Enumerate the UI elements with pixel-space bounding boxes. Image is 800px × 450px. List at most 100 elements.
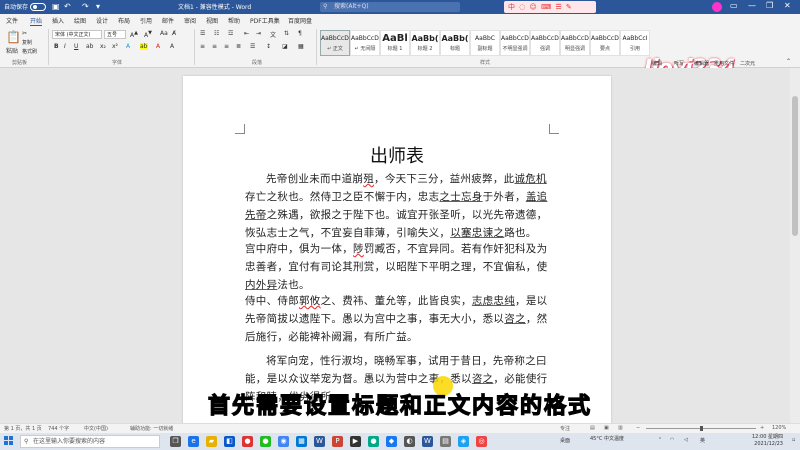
font-name-select[interactable]: 宋体 (中文正文) <box>52 30 102 39</box>
tab-view[interactable]: 视图 <box>206 16 218 25</box>
zoom-in-icon[interactable]: + <box>760 425 764 431</box>
edge-icon[interactable]: e <box>188 436 199 447</box>
focus-mode-button[interactable]: 专注 <box>560 425 570 432</box>
highlight-icon[interactable]: ab <box>140 43 148 50</box>
tab-file[interactable]: 文件 <box>6 16 18 25</box>
app-icon[interactable]: ◆ <box>386 436 397 447</box>
zoom-slider-thumb[interactable] <box>700 426 703 431</box>
weather-widget[interactable]: 45°C 中文温度 <box>590 435 624 442</box>
maximize-icon[interactable]: ❐ <box>766 1 773 10</box>
chrome-icon[interactable]: ◉ <box>278 436 289 447</box>
italic-button[interactable]: I <box>64 43 66 50</box>
close-icon[interactable]: ✕ <box>784 1 791 10</box>
align-right-icon[interactable]: ≡ <box>224 43 229 50</box>
style-heading-1[interactable]: AaBl 标题 1 <box>380 30 410 56</box>
align-left-icon[interactable]: ≡ <box>200 43 205 50</box>
line-spacing-icon[interactable]: ↕ <box>266 43 271 50</box>
show-marks-icon[interactable]: ¶ <box>298 30 302 37</box>
taskbar-search-input[interactable]: ⚲ 在这里输入你要搜索的内容 <box>20 435 160 448</box>
tab-review[interactable]: 审阅 <box>184 16 196 25</box>
align-center-icon[interactable]: ≡ <box>212 43 217 50</box>
redo-icon[interactable]: ↷ <box>82 2 89 12</box>
style-subtitle[interactable]: AaBbC 副标题 <box>470 30 500 56</box>
style-heading-2[interactable]: AaBb( 标题 2 <box>410 30 440 56</box>
style-title[interactable]: AaBb( 标题 <box>440 30 470 56</box>
bold-button[interactable]: B <box>54 43 59 50</box>
save-icon[interactable]: ▣ <box>52 2 60 12</box>
tab-layout[interactable]: 布局 <box>118 16 130 25</box>
tab-references[interactable]: 引用 <box>140 16 152 25</box>
file-explorer-icon[interactable]: ▰ <box>206 436 217 447</box>
read-mode-icon[interactable]: ▤ <box>590 425 595 431</box>
customize-toolbar-icon[interactable]: ▾ <box>96 2 100 12</box>
ime-toolbar[interactable]: 中 ◌ ☺ ⌨ ☰ ✎ <box>504 1 596 13</box>
accessibility-status[interactable]: 辅助功能: 一切就绪 <box>130 425 173 432</box>
tab-pdf-tools[interactable]: PDF工具集 <box>250 16 280 25</box>
tab-draw[interactable]: 绘图 <box>74 16 86 25</box>
app-icon[interactable]: ◐ <box>404 436 415 447</box>
app-icon[interactable]: ▤ <box>440 436 451 447</box>
app-icon[interactable]: ◈ <box>458 436 469 447</box>
store-icon[interactable]: ◧ <box>224 436 235 447</box>
ribbon-display-icon[interactable]: ▭ <box>730 1 738 10</box>
undo-icon[interactable]: ↶ <box>64 2 71 12</box>
app-icon[interactable]: P <box>332 436 343 447</box>
underline-button[interactable]: U <box>74 43 78 50</box>
zoom-out-icon[interactable]: − <box>636 425 640 431</box>
zoom-level[interactable]: 120% <box>772 425 786 431</box>
style-emphasis[interactable]: AaBbCcDd 强调 <box>530 30 560 56</box>
paste-button[interactable]: 粘贴 <box>6 46 18 55</box>
tab-design[interactable]: 设计 <box>96 16 108 25</box>
style-subtle-emphasis[interactable]: AaBbCcDd 不明显强调 <box>500 30 530 56</box>
style-strong[interactable]: AaBbCcDd 要点 <box>590 30 620 56</box>
distributed-icon[interactable]: ☰ <box>250 43 255 50</box>
shrink-font-icon[interactable]: A▼ <box>144 30 152 39</box>
paste-icon[interactable]: 📋 <box>6 30 21 44</box>
numbering-icon[interactable]: ☷ <box>214 30 219 37</box>
format-painter-button[interactable]: 格式刷 <box>22 48 37 55</box>
app-icon[interactable]: ● <box>260 436 271 447</box>
scrollbar-thumb[interactable] <box>792 96 798 236</box>
vertical-scrollbar[interactable] <box>790 68 800 423</box>
desktop-label[interactable]: 桌面 <box>560 437 570 444</box>
system-clock[interactable]: 12:00 星期四 2021/12/23 <box>752 434 783 448</box>
word-taskbar-icon[interactable]: W <box>314 436 325 447</box>
volume-icon[interactable]: ◁ <box>684 437 688 443</box>
justify-icon[interactable]: ≣ <box>236 43 241 50</box>
notification-icon[interactable]: ▫ <box>792 437 795 443</box>
clear-format-icon[interactable]: A̸ <box>172 30 176 37</box>
copy-button[interactable]: 复制 <box>22 39 32 46</box>
style-quote[interactable]: AaBbCcI 引用 <box>620 30 650 56</box>
tab-insert[interactable]: 插入 <box>52 16 64 25</box>
app-icon[interactable]: ◎ <box>476 436 487 447</box>
bullets-icon[interactable]: ☰ <box>200 30 205 37</box>
decrease-indent-icon[interactable]: ⇤ <box>244 30 249 37</box>
document-page[interactable]: 出师表 先帝创业未而中道崩殂，今天下三分，益州疲弊，此诚危机存亡之秋也。然侍卫之… <box>183 76 611 423</box>
char-shading-icon[interactable]: A <box>170 43 174 50</box>
style-intense-emphasis[interactable]: AaBbCcDd 明显强调 <box>560 30 590 56</box>
font-color-icon[interactable]: A <box>156 43 160 50</box>
page-count[interactable]: 第 1 页，共 1 页 <box>4 425 42 432</box>
web-layout-icon[interactable]: ▥ <box>618 425 623 431</box>
task-view-icon[interactable]: ❐ <box>170 436 181 447</box>
app-icon[interactable]: ▦ <box>296 436 307 447</box>
tray-arrow-icon[interactable]: ⌃ <box>658 437 662 443</box>
app-icon[interactable]: ▶ <box>350 436 361 447</box>
cut-button[interactable]: ✂ <box>22 30 27 37</box>
chinese-layout-icon[interactable]: 文 <box>270 30 276 39</box>
superscript-icon[interactable]: x² <box>112 43 118 50</box>
windows-start-icon[interactable] <box>4 436 14 446</box>
minimize-icon[interactable]: — <box>748 1 756 10</box>
multilevel-list-icon[interactable]: ☲ <box>228 30 233 37</box>
font-size-select[interactable]: 五号 <box>104 30 126 39</box>
grow-font-icon[interactable]: A▲ <box>130 30 138 39</box>
text-effects-icon[interactable]: A <box>126 43 130 50</box>
print-layout-icon[interactable]: ▣ <box>604 425 609 431</box>
change-case-icon[interactable]: Aa <box>160 30 168 37</box>
tab-baidu-netdisk[interactable]: 百度网盘 <box>288 16 312 25</box>
app-icon[interactable]: ● <box>368 436 379 447</box>
ime-indicator[interactable]: 英 <box>700 437 705 444</box>
app-icon[interactable]: ● <box>242 436 253 447</box>
shading-icon[interactable]: ◪ <box>282 43 288 50</box>
user-avatar[interactable] <box>712 2 722 12</box>
